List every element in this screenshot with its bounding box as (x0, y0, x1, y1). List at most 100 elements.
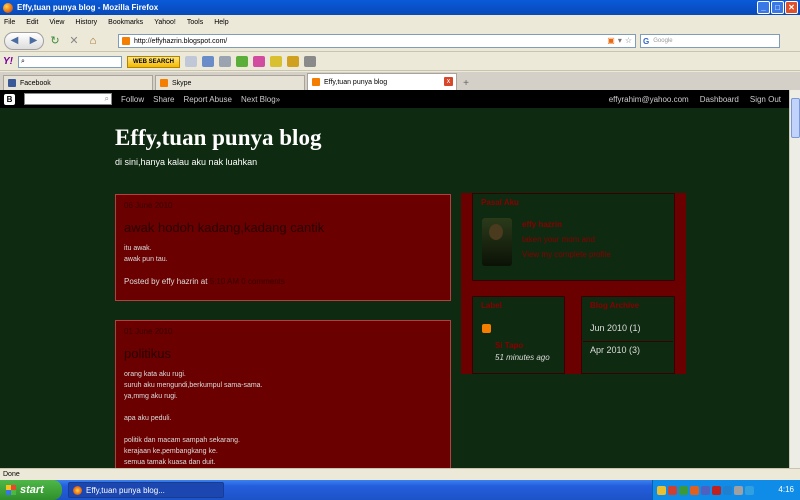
taskbar-item-firefox[interactable]: Effy,tuan punya blog... (68, 482, 224, 498)
next-blog-link[interactable]: Next Blog» (241, 95, 280, 104)
menu-tools[interactable]: Tools (187, 19, 203, 26)
post: 01 June 2010 politikus orang kata aku ru… (115, 320, 451, 468)
archive-item[interactable]: Apr 2010 (3) (590, 345, 640, 355)
tab-skype[interactable]: Skype (155, 75, 305, 90)
dropdown-icon[interactable]: ▾ (618, 36, 622, 45)
home-icon[interactable]: ⌂ (85, 33, 101, 49)
toolbar-mail-icon[interactable] (185, 56, 198, 67)
post-date: 01 June 2010 (124, 327, 173, 336)
tray-icon[interactable] (734, 485, 743, 495)
menu-yahoo[interactable]: Yahoo! (154, 19, 176, 26)
profile-title: Pasal Aku (481, 198, 519, 207)
blog-search-input[interactable]: ⌕ (24, 93, 112, 105)
archive-item[interactable]: Jun 2010 (1) (590, 323, 641, 333)
menu-bookmarks[interactable]: Bookmarks (108, 19, 143, 26)
post-line: kerajaan ke,pembangkang ke. (124, 448, 218, 455)
profile-link[interactable]: View my complete profile (522, 250, 611, 259)
menu-edit[interactable]: Edit (26, 19, 38, 26)
toolbar-games-icon[interactable] (219, 56, 232, 67)
dashboard-link[interactable]: Dashboard (700, 95, 739, 104)
close-button[interactable]: ✕ (785, 1, 798, 14)
sign-out-link[interactable]: Sign Out (750, 95, 781, 104)
report-abuse-link[interactable]: Report Abuse (183, 95, 231, 104)
blog-description: di sini,hanya kalau aku nak luahkan (115, 157, 258, 167)
system-tray: 4:16 (652, 480, 800, 500)
tray-icon[interactable] (745, 485, 754, 495)
tray-icon[interactable] (723, 485, 732, 495)
firefox-window: Effy,tuan punya blog - Mozilla Firefox _… (0, 0, 800, 500)
new-tab-icon[interactable]: + (459, 76, 473, 90)
vertical-scrollbar[interactable] (789, 90, 800, 468)
archive-widget: Blog Archive Jun 2010 (1) Apr 2010 (3) (581, 296, 675, 374)
tray-icon[interactable] (668, 485, 677, 495)
bookmark-star-icon[interactable]: ☆ (625, 36, 632, 45)
post-title[interactable]: awak hodoh kadang,kadang cantik (124, 220, 442, 235)
close-tab-icon[interactable]: x (444, 77, 453, 86)
post-line: itu awak. (124, 245, 152, 252)
menu-help[interactable]: Help (214, 19, 228, 26)
post-comments-link[interactable]: 0 comments (241, 277, 285, 286)
blogger-icon (160, 79, 168, 87)
post-author: Posted by effy hazrin at (124, 277, 208, 286)
toolbar-messenger-icon[interactable] (236, 56, 249, 67)
post-line (124, 424, 442, 435)
share-link[interactable]: Share (153, 95, 174, 104)
toolbar-answers-icon[interactable] (287, 56, 300, 67)
tray-icon[interactable] (712, 485, 721, 495)
divider (583, 341, 673, 342)
reload-icon[interactable]: ↻ (47, 33, 63, 49)
toolbar-notepad-icon[interactable] (270, 56, 283, 67)
toolbar-pad-icon[interactable] (304, 56, 317, 67)
blogger-icon (312, 78, 320, 86)
post-time-link[interactable]: 5:10 AM (210, 277, 239, 286)
tray-icon[interactable] (679, 485, 688, 495)
yahoo-search-input[interactable]: ⌕ (18, 55, 122, 68)
back-arrow-icon[interactable]: ◀ (11, 35, 19, 46)
tab-facebook[interactable]: Facebook (3, 75, 153, 90)
url-text[interactable]: http://effyhazrin.blogspot.com/ (134, 38, 227, 45)
post-title[interactable]: politikus (124, 346, 442, 361)
avatar[interactable] (482, 218, 512, 266)
post-line: awak pun tau. (124, 256, 168, 263)
profile-name[interactable]: effy hazrin (522, 220, 562, 229)
rss-icon[interactable]: ▣ (607, 36, 615, 45)
sidebar: Pasal Aku effy hazrin taken your mom and… (461, 193, 686, 374)
label-title: Label (481, 301, 502, 310)
tray-icon[interactable] (657, 485, 666, 495)
clock[interactable]: 4:16 (778, 485, 794, 494)
tab-effy-blog[interactable]: Effy,tuan punya blog x (307, 73, 457, 90)
menu-history[interactable]: History (75, 19, 97, 26)
tray-icon[interactable] (690, 485, 699, 495)
maximize-button[interactable]: □ (771, 1, 784, 14)
search-icon[interactable]: ⌕ (105, 94, 109, 104)
taskbar: start Effy,tuan punya blog... 4:16 (0, 480, 800, 500)
toolbar-flickr-icon[interactable] (253, 56, 266, 67)
search-icon: ⌕ (21, 57, 25, 65)
minimize-button[interactable]: _ (757, 1, 770, 14)
post-line (124, 402, 442, 413)
label-item[interactable]: Si Tapo (495, 341, 523, 350)
post-line: suruh aku mengundi,berkumpul sama-sama. (124, 382, 263, 389)
post-body: orang kata aku rugi. suruh aku mengundi,… (124, 369, 442, 468)
stop-icon[interactable]: ✕ (66, 33, 82, 49)
forward-arrow-icon[interactable]: ▶ (30, 35, 38, 46)
follow-link[interactable]: Follow (121, 95, 144, 104)
taskbar-item-label: Effy,tuan punya blog... (86, 485, 165, 495)
tab-label: Effy,tuan punya blog (324, 78, 388, 86)
search-box[interactable]: G Google (640, 34, 780, 48)
profile-about: taken your mom and (522, 235, 595, 244)
post-line: semua tamak kuasa dan duit. (124, 459, 216, 466)
scrollbar-thumb[interactable] (791, 98, 800, 138)
label-widget: Label Si Tapo 51 minutes ago (472, 296, 565, 374)
start-button[interactable]: start (0, 480, 62, 500)
url-bar[interactable]: http://effyhazrin.blogspot.com/ ▣ ▾ ☆ (118, 34, 636, 48)
blog-title[interactable]: Effy,tuan punya blog (115, 125, 321, 151)
web-search-button[interactable]: WEB SEARCH (127, 55, 181, 68)
back-forward-buttons[interactable]: ◀ ▶ (4, 31, 44, 50)
toolbar-envelope-icon[interactable] (202, 56, 215, 67)
yahoo-logo-icon[interactable]: Y! (3, 56, 13, 67)
tray-icon[interactable] (701, 485, 710, 495)
menu-file[interactable]: File (4, 19, 15, 26)
menu-view[interactable]: View (49, 19, 64, 26)
blogger-logo-icon[interactable]: B (4, 93, 15, 105)
